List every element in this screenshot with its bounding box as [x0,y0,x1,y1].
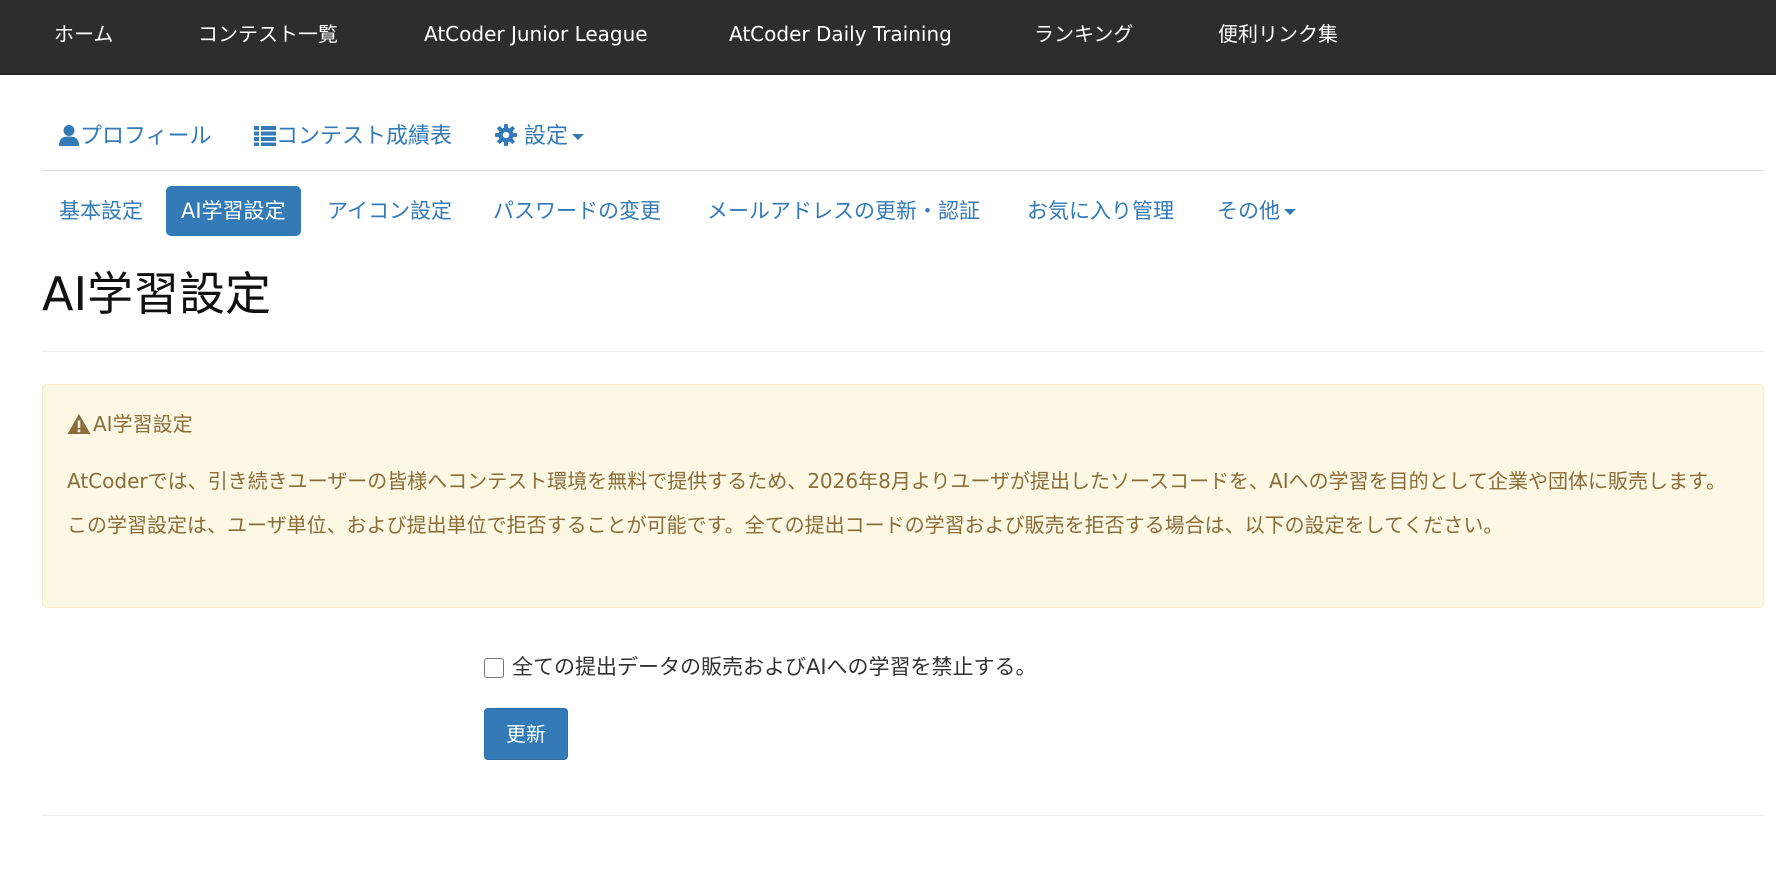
title-divider [42,351,1764,352]
bottom-divider [42,815,1764,816]
page-title: AI学習設定 [42,267,272,321]
gear-icon [495,124,517,146]
pill-basic-settings[interactable]: 基本設定 [44,186,158,236]
nav-ranking[interactable]: ランキング [1034,0,1133,68]
alert-body: AtCoderでは、引き続きユーザーの皆様へコンテスト環境を無料で提供するため、… [67,469,1726,537]
nav-contests[interactable]: コンテスト一覧 [198,0,338,68]
pill-ai-learning-settings[interactable]: AI学習設定 [166,186,301,236]
nav-daily-training[interactable]: AtCoder Daily Training [729,0,952,68]
tab-profile-label: プロフィール [80,124,212,149]
nav-junior-league[interactable]: AtCoder Junior League [424,0,648,68]
pill-change-password[interactable]: パスワードの変更 [478,186,676,236]
checkbox-label: 全ての提出データの販売およびAIへの学習を禁止する。 [512,655,1037,679]
nav-useful-links[interactable]: 便利リンク集 [1218,0,1338,68]
tab-contest-results-label: コンテスト成績表 [276,124,453,149]
tab-profile[interactable]: プロフィール [58,120,212,154]
tab-settings-label: 設定 [524,124,569,149]
tab-settings-dropdown[interactable]: 設定 [495,120,585,154]
pill-others-dropdown[interactable]: その他 [1202,186,1311,236]
nav-home[interactable]: ホーム [54,0,113,68]
ai-learning-opt-out-checkbox[interactable] [484,658,504,678]
caret-down-icon [572,134,585,140]
tab-contest-results[interactable]: コンテスト成績表 [254,120,452,154]
update-button[interactable]: 更新 [484,708,568,760]
pill-others-label: その他 [1217,199,1280,223]
pill-favorites[interactable]: お気に入り管理 [1012,186,1189,236]
alert-title: AI学習設定 [67,411,193,437]
alert-title-text: AI学習設定 [93,412,193,436]
caret-down-icon [1284,209,1296,215]
profile-tabs: プロフィール コンテスト成績表 設定 [42,104,1764,171]
user-icon [59,125,79,146]
warning-icon [67,414,91,434]
ai-learning-opt-out-checkbox-row[interactable]: 全ての提出データの販売およびAIへの学習を禁止する。 [484,652,1037,682]
pill-icon-settings[interactable]: アイコン設定 [312,186,467,236]
warning-alert: AI学習設定 AtCoderでは、引き続きユーザーの皆様へコンテスト環境を無料で… [42,384,1764,608]
list-icon [254,126,276,146]
top-navbar: ホーム コンテスト一覧 AtCoder Junior League AtCode… [0,0,1776,75]
pill-update-email[interactable]: メールアドレスの更新・認証 [692,186,995,236]
